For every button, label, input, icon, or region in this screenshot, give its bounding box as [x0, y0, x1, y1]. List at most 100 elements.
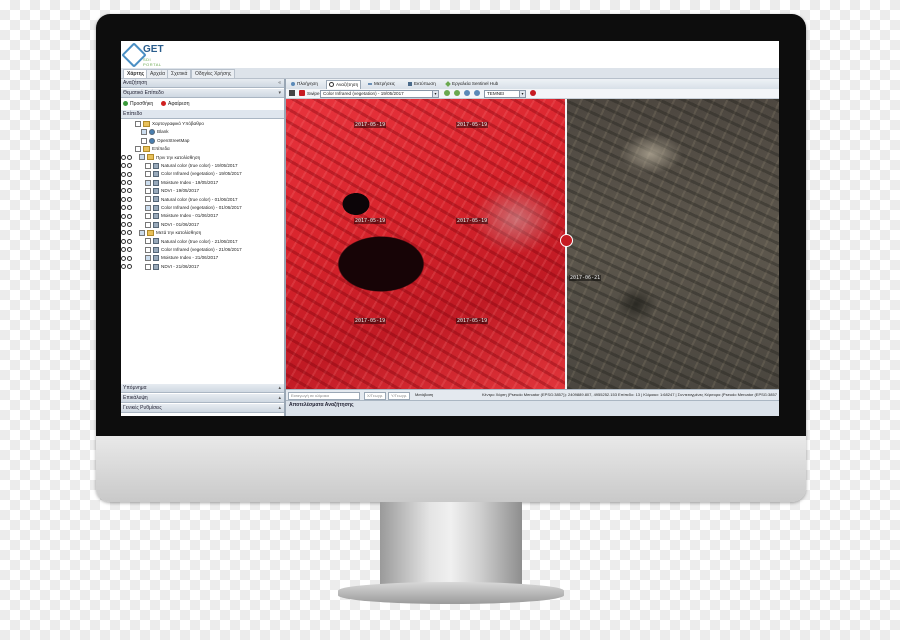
checkbox[interactable]: [145, 221, 151, 228]
eye-icon[interactable]: [121, 196, 126, 202]
zoom-to-layer-icon[interactable]: [127, 163, 132, 169]
zoom-to-layer-icon[interactable]: [127, 205, 132, 211]
tree-label: Natural color (true color) - 19/05/2017: [161, 163, 238, 168]
eye-icon[interactable]: [121, 163, 126, 169]
tree-folder[interactable]: Πριν την κατολίσθηση: [121, 154, 200, 162]
tab-map[interactable]: Χάρτης: [123, 69, 149, 78]
eye-icon[interactable]: [121, 255, 126, 261]
eye-icon[interactable]: [121, 230, 126, 236]
eye-icon[interactable]: [121, 238, 126, 244]
tree-layer[interactable]: NDVI - 19/05/2017: [121, 187, 199, 195]
checkbox[interactable]: [139, 154, 145, 161]
eye-icon[interactable]: [121, 264, 126, 270]
checkbox[interactable]: [145, 255, 151, 262]
tab-guide[interactable]: Οδηγίες Χρήσης: [191, 69, 236, 78]
tree-layer[interactable]: Color Infrared (vegetation) - 01/06/2017: [121, 204, 242, 212]
eye-icon[interactable]: [121, 213, 126, 219]
tree-layer[interactable]: Moisture Index - 01/06/2017: [121, 212, 218, 220]
eye-icon[interactable]: [121, 171, 126, 177]
toolbar-navigation-button[interactable]: Πλοήγηση: [289, 80, 320, 88]
zoom-to-layer-icon[interactable]: [127, 213, 132, 219]
swipe-icon[interactable]: [289, 90, 295, 96]
remove-layer-button[interactable]: Αφαίρεση: [161, 100, 190, 108]
overlay-bar[interactable]: Επικάλυψη ▴: [121, 394, 284, 403]
checkbox[interactable]: [145, 196, 151, 203]
tree-layer[interactable]: Color Infrared (vegetation) - 21/06/2017: [121, 246, 242, 254]
checkbox[interactable]: [135, 120, 141, 127]
zoom-extent-icon[interactable]: [464, 90, 470, 96]
previous-view-icon[interactable]: [474, 90, 480, 96]
eye-icon[interactable]: [121, 188, 126, 194]
toolbar-sentinel-button[interactable]: Εργαλεία Sentinel Hub: [444, 80, 500, 88]
zoom-to-layer-icon[interactable]: [127, 222, 132, 228]
zoom-to-layer-icon[interactable]: [127, 154, 132, 160]
zoom-to-layer-icon[interactable]: [127, 247, 132, 253]
tree-folder[interactable]: Χαρτογραφικό Υπόβαθρο: [121, 120, 204, 128]
collapse-icon[interactable]: «: [278, 79, 281, 88]
zoom-to-layer-icon[interactable]: [127, 264, 132, 270]
zoom-to-layer-icon[interactable]: [127, 171, 132, 177]
thematic-layer-bar[interactable]: Θεματικό Επίπεδο ▾: [121, 89, 284, 98]
x-coordinate-input[interactable]: Χ/Γεωγρ.: [364, 392, 386, 400]
checkbox[interactable]: [145, 238, 151, 245]
tree-layer[interactable]: Natural color (true color) - 21/06/2017: [121, 238, 238, 246]
zoom-to-layer-icon[interactable]: [127, 230, 132, 236]
chevron-down-icon[interactable]: ▾: [278, 89, 281, 98]
checkbox[interactable]: [141, 129, 147, 136]
toolbar-measure-button[interactable]: Μετρήσεις: [366, 80, 397, 88]
zoom-out-icon[interactable]: [454, 90, 460, 96]
district-select[interactable]: ΤΕΜΝΕΙ ▾: [484, 90, 526, 98]
zoom-in-icon[interactable]: [444, 90, 450, 96]
checkbox[interactable]: [145, 171, 151, 178]
add-layer-button[interactable]: Προσθήκη: [123, 100, 153, 108]
checkbox[interactable]: [139, 229, 145, 236]
scale-input[interactable]: Εισαγωγή σε κλίμακα: [288, 392, 360, 400]
go-to-button[interactable]: Μετάβαση: [415, 390, 433, 400]
eye-icon[interactable]: [121, 247, 126, 253]
clear-icon[interactable]: [530, 90, 536, 96]
eye-icon[interactable]: [121, 180, 126, 186]
checkbox[interactable]: [145, 179, 151, 186]
y-coordinate-input[interactable]: Υ/Γεωγρ.: [388, 392, 410, 400]
tree-layer[interactable]: Moisture Index - 21/06/2017: [121, 254, 218, 262]
tab-files[interactable]: Αρχεία: [146, 69, 170, 78]
checkbox[interactable]: [145, 204, 151, 211]
zoom-to-layer-icon[interactable]: [127, 255, 132, 261]
tree-layer[interactable]: Moisture Index - 19/05/2017: [121, 179, 218, 187]
settings-bar[interactable]: Γενικές Ρυθμίσεις ▴: [121, 404, 284, 413]
checkbox[interactable]: [145, 187, 151, 194]
zoom-to-layer-icon[interactable]: [127, 196, 132, 202]
tab-about[interactable]: Σχετικά: [167, 69, 192, 78]
eye-icon[interactable]: [121, 154, 126, 160]
checkbox[interactable]: [135, 145, 141, 152]
eye-icon[interactable]: [121, 222, 126, 228]
checkbox[interactable]: [145, 263, 151, 270]
tree-basemap[interactable]: OpenStreetMap: [121, 137, 189, 145]
zoom-to-layer-icon[interactable]: [127, 188, 132, 194]
zoom-to-layer-icon[interactable]: [127, 238, 132, 244]
tree-layer[interactable]: NDVI - 01/06/2017: [121, 221, 199, 229]
search-results-panel[interactable]: Αποτελέσματα Αναζήτησης: [286, 400, 779, 416]
search-panel-bar[interactable]: Αναζήτηση «: [121, 79, 284, 88]
legend-bar[interactable]: Υπόμνημα ▴: [121, 384, 284, 393]
checkbox[interactable]: [141, 137, 147, 144]
checkbox[interactable]: [145, 213, 151, 220]
tree-folder[interactable]: Μετά την κατολίσθηση: [121, 229, 201, 237]
eye-icon[interactable]: [121, 205, 126, 211]
toolbar-print-button[interactable]: Εκτύπωση: [406, 80, 438, 88]
tree-folder[interactable]: Επίπεδα: [121, 145, 170, 153]
checkbox[interactable]: [145, 162, 151, 169]
tree-layer[interactable]: Color Infrared (vegetation) - 19/05/2017: [121, 170, 242, 178]
zoom-to-layer-icon[interactable]: [127, 180, 132, 186]
tree-layer[interactable]: Natural color (true color) - 19/05/2017: [121, 162, 238, 170]
tree-layer[interactable]: NDVI - 21/06/2017: [121, 263, 199, 271]
status-bar: Εισαγωγή σε κλίμακα Χ/Γεωγρ. Υ/Γεωγρ. Με…: [286, 389, 779, 400]
toolbar-search-button[interactable]: Αναζήτηση: [326, 80, 362, 89]
swipe-handle-icon[interactable]: [560, 234, 573, 247]
layer-select[interactable]: Color Infrared (vegetation) - 19/05/2017…: [320, 90, 439, 98]
map-view[interactable]: 2017-05-19 2017-05-19 2017-05-19 2017-05…: [286, 99, 779, 389]
plus-icon: [123, 101, 128, 107]
tree-layer[interactable]: Natural color (true color) - 01/06/2017: [121, 196, 238, 204]
checkbox[interactable]: [145, 246, 151, 253]
tree-basemap[interactable]: Blank: [121, 128, 169, 136]
